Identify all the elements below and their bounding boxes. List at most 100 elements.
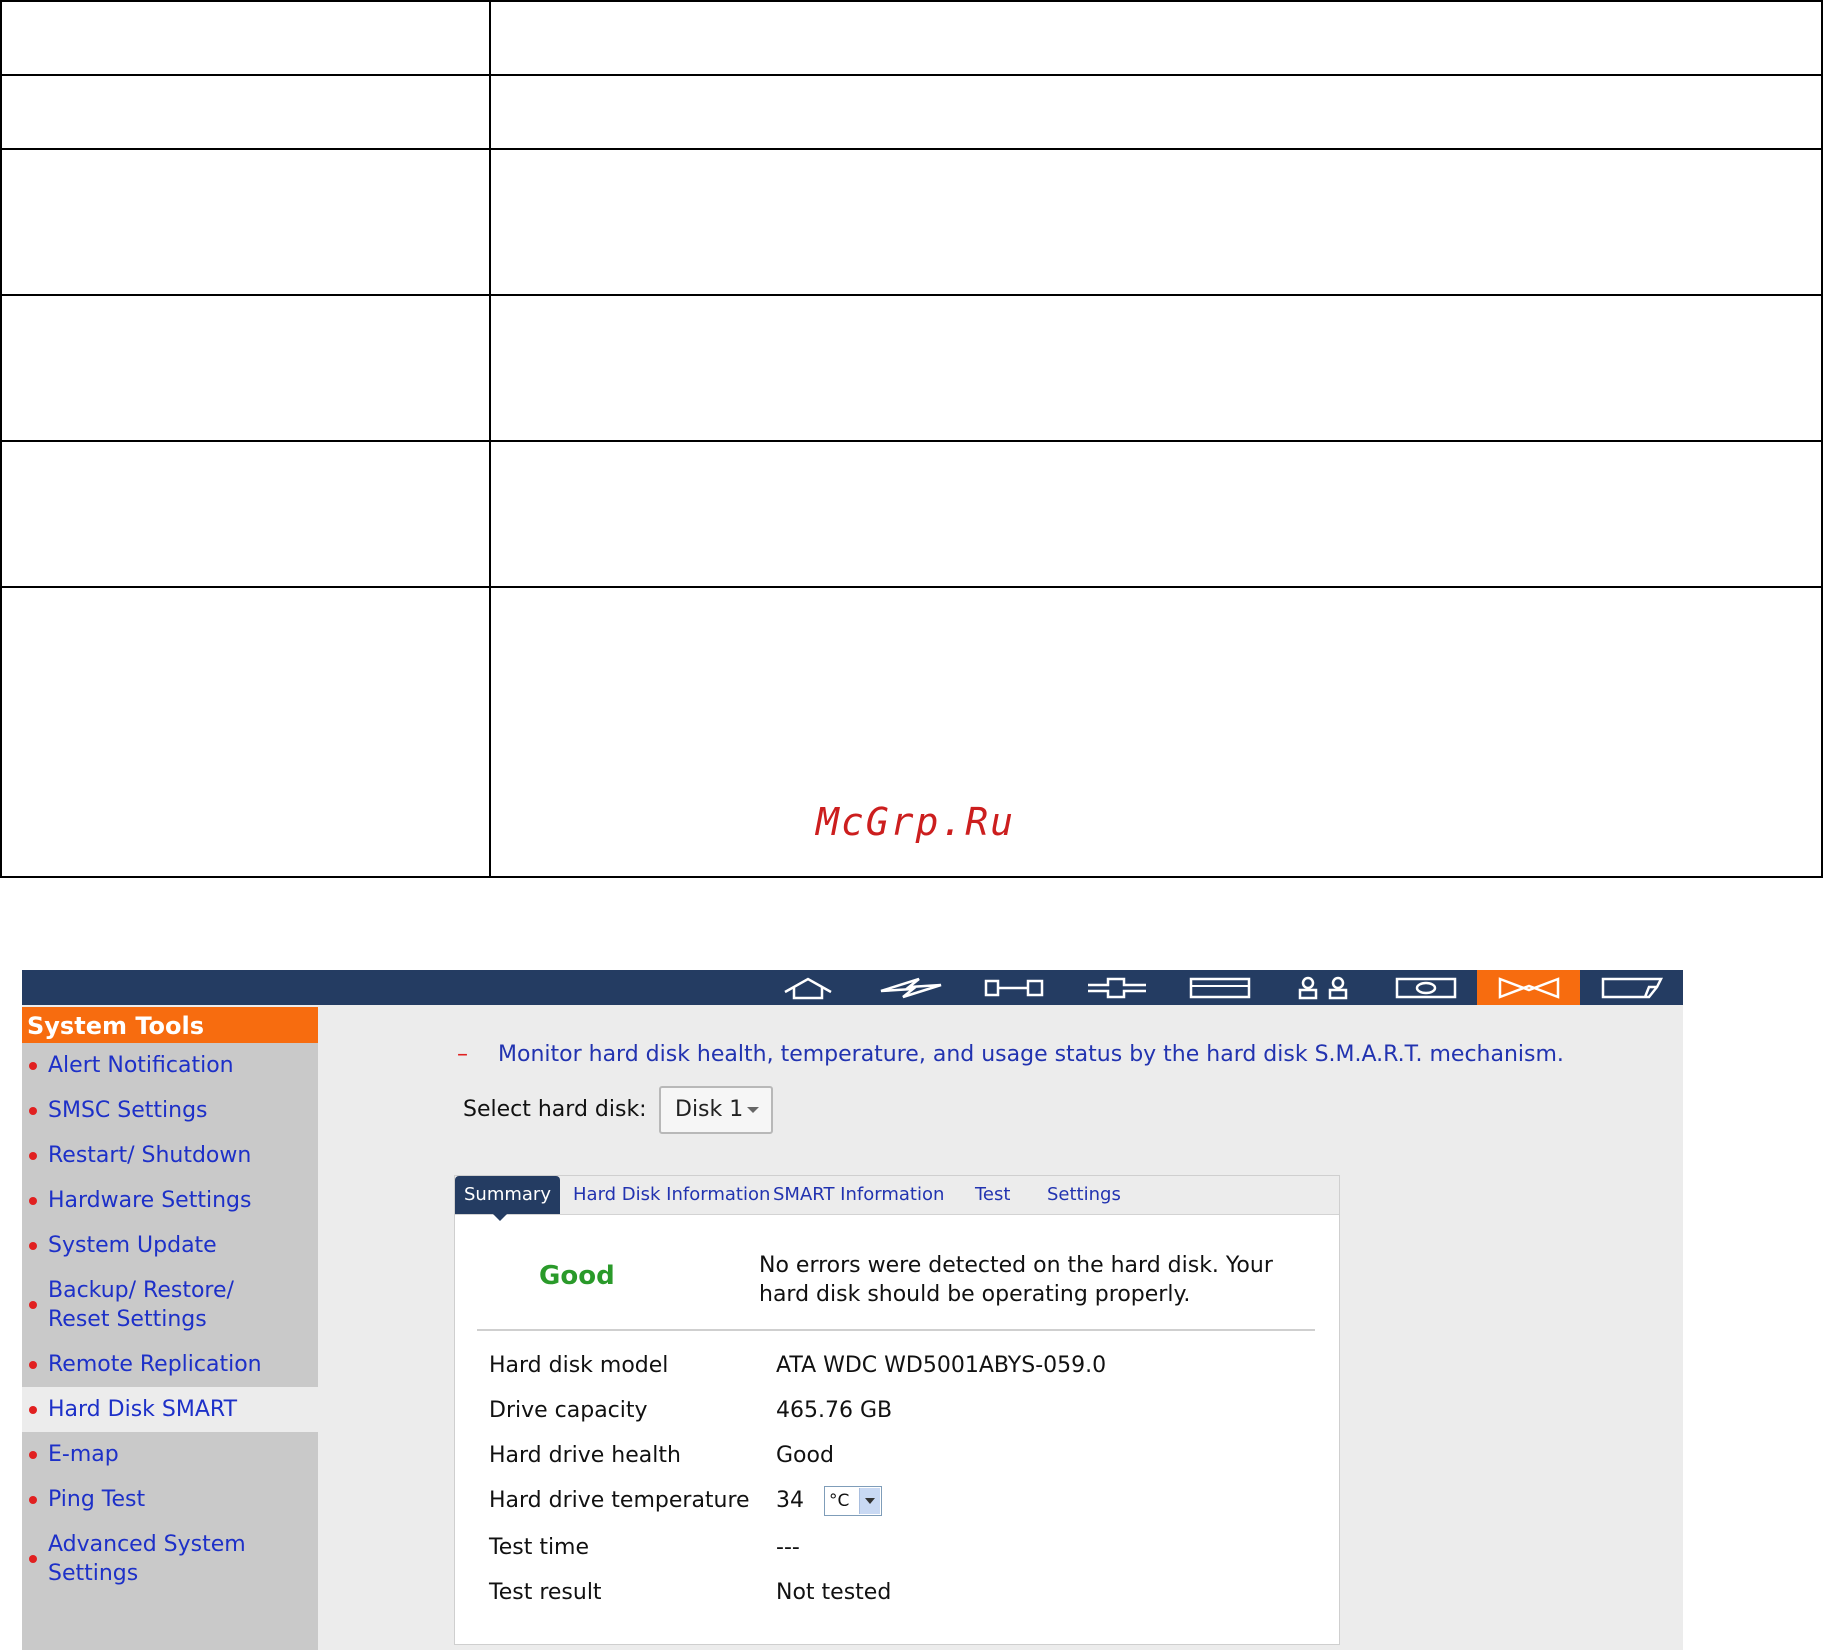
sidebar-item-ping-test[interactable]: Ping Test <box>22 1477 318 1522</box>
temperature-unit-value: °C <box>829 1491 850 1511</box>
tab-smart-information[interactable]: SMART Information <box>773 1176 944 1214</box>
page-description: – Monitor hard disk health, temperature, … <box>457 1042 1564 1067</box>
sidebar-item-alert-notification[interactable]: Alert Notification <box>22 1043 318 1088</box>
sidebar-item-system-update[interactable]: System Update <box>22 1223 318 1268</box>
detail-label: Test result <box>489 1580 602 1605</box>
bullet-icon <box>29 1061 37 1070</box>
sidebar-item-label: E-map <box>48 1442 119 1467</box>
sidebar-item-label: Alert Notification <box>48 1053 234 1078</box>
detail-label: Test time <box>489 1535 590 1560</box>
sidebar-item-label: Ping Test <box>48 1487 146 1512</box>
detail-row-test-time: Test time --- <box>489 1535 800 1560</box>
sidebar-item-label: Restart/ Shutdown <box>48 1143 252 1168</box>
user-management-button[interactable] <box>1271 970 1374 1005</box>
tab-settings[interactable]: Settings <box>1047 1176 1121 1214</box>
tab-summary[interactable]: Summary <box>455 1176 560 1221</box>
tab-label: Summary <box>464 1184 551 1205</box>
home-icon <box>783 977 832 999</box>
quick-config-button[interactable] <box>859 970 962 1005</box>
detail-value: --- <box>776 1535 800 1560</box>
bullet-icon <box>29 1301 37 1309</box>
disk-icon <box>1189 977 1250 998</box>
disk-management-button[interactable] <box>1168 970 1271 1005</box>
hard-disk-select[interactable]: Disk 1 <box>659 1086 773 1134</box>
bullet-icon <box>29 1241 37 1250</box>
home-button[interactable] <box>756 970 859 1005</box>
description-text: Monitor hard disk health, temperature, a… <box>498 1042 1564 1067</box>
detail-row-health: Hard drive health Good <box>489 1443 834 1468</box>
sidebar-item-smsc-settings[interactable]: SMSC Settings <box>22 1088 318 1133</box>
tools-icon <box>984 979 1043 996</box>
detail-label: Hard disk model <box>489 1353 669 1378</box>
bullet-icon <box>29 1405 37 1414</box>
sidebar-item-label: Backup/ Restore/ Reset Settings <box>48 1278 234 1332</box>
table-cell <box>0 294 491 442</box>
network-settings-button[interactable] <box>1065 970 1168 1005</box>
watermark: McGrp.Ru <box>816 800 1016 844</box>
bullet-icon <box>29 1450 37 1459</box>
sidebar-item-remote-replication[interactable]: Remote Replication <box>22 1342 318 1387</box>
bullet-icon <box>29 1196 37 1205</box>
detail-row-temperature: Hard drive temperature 34 °C <box>489 1486 882 1516</box>
top-navigation-bar <box>22 970 1683 1005</box>
sidebar: System Tools Alert Notification SMSC Set… <box>22 1005 318 1650</box>
tab-hard-disk-information[interactable]: Hard Disk Information <box>573 1176 770 1214</box>
sidebar-item-label: Hardware Settings <box>48 1188 252 1213</box>
detail-row-model: Hard disk model ATA WDC WD5001ABYS-059.0 <box>489 1353 1106 1378</box>
table-cell <box>489 148 1823 296</box>
detail-label: Hard drive temperature <box>489 1488 750 1513</box>
logs-button[interactable] <box>1580 970 1683 1005</box>
detail-label: Hard drive health <box>489 1443 681 1468</box>
hard-disk-select-value: Disk 1 <box>675 1097 744 1122</box>
detail-label: Drive capacity <box>489 1398 648 1423</box>
detail-value: Not tested <box>776 1580 892 1605</box>
sidebar-item-label: Remote Replication <box>48 1352 262 1377</box>
table-cell <box>0 586 491 878</box>
tab-bar: Summary Hard Disk Information SMART Info… <box>455 1176 1339 1221</box>
surveillance-button[interactable] <box>1374 970 1477 1005</box>
detail-value: Good <box>776 1443 834 1468</box>
smart-panel: Summary Hard Disk Information SMART Info… <box>454 1175 1340 1645</box>
sidebar-item-e-map[interactable]: E-map <box>22 1432 318 1477</box>
health-status-message: No errors were detected on the hard disk… <box>759 1253 1273 1307</box>
detail-row-test-result: Test result Not tested <box>489 1580 891 1605</box>
dash-icon: – <box>457 1042 468 1067</box>
select-disk-label: Select hard disk: <box>463 1097 647 1122</box>
document-table <box>0 0 1823 878</box>
table-cell <box>489 0 1823 76</box>
table-cell <box>0 440 491 588</box>
chevron-down-icon <box>859 1488 880 1514</box>
sidebar-item-hard-disk-smart[interactable]: Hard Disk SMART <box>22 1387 318 1432</box>
sidebar-item-label: SMSC Settings <box>48 1098 208 1123</box>
table-cell <box>489 586 1823 878</box>
sidebar-item-backup-restore-reset[interactable]: Backup/ Restore/ Reset Settings <box>22 1268 318 1342</box>
detail-value: ATA WDC WD5001ABYS-059.0 <box>776 1353 1107 1378</box>
bullet-icon <box>29 1106 37 1115</box>
sidebar-title: System Tools <box>22 1005 318 1043</box>
table-cell <box>0 148 491 296</box>
sidebar-item-label: System Update <box>48 1233 217 1258</box>
system-settings-button[interactable] <box>962 970 1065 1005</box>
users-icon <box>1298 976 1347 999</box>
sidebar-item-label: Hard Disk SMART <box>48 1397 238 1422</box>
table-cell <box>0 74 491 150</box>
table-cell <box>489 294 1823 442</box>
table-cell <box>0 0 491 76</box>
lightning-icon <box>880 977 941 998</box>
network-icon <box>1087 977 1146 998</box>
sidebar-item-restart-shutdown[interactable]: Restart/ Shutdown <box>22 1133 318 1178</box>
temperature-unit-select[interactable]: °C <box>824 1486 882 1516</box>
system-tools-icon <box>1498 976 1559 999</box>
bullet-icon <box>29 1360 37 1369</box>
health-status: Good <box>539 1261 615 1291</box>
sidebar-item-hardware-settings[interactable]: Hardware Settings <box>22 1178 318 1223</box>
bullet-icon <box>29 1495 37 1504</box>
tab-test[interactable]: Test <box>975 1176 1010 1214</box>
detail-value: 34 <box>776 1488 804 1513</box>
chevron-down-icon <box>747 1107 759 1113</box>
sidebar-item-advanced-system-settings[interactable]: Advanced System Settings <box>22 1522 318 1596</box>
table-cell <box>489 440 1823 588</box>
detail-value-wrap: 34 °C <box>776 1486 882 1516</box>
system-tools-button[interactable] <box>1477 970 1580 1005</box>
nas-admin-window: System Tools Alert Notification SMSC Set… <box>22 970 1683 1650</box>
